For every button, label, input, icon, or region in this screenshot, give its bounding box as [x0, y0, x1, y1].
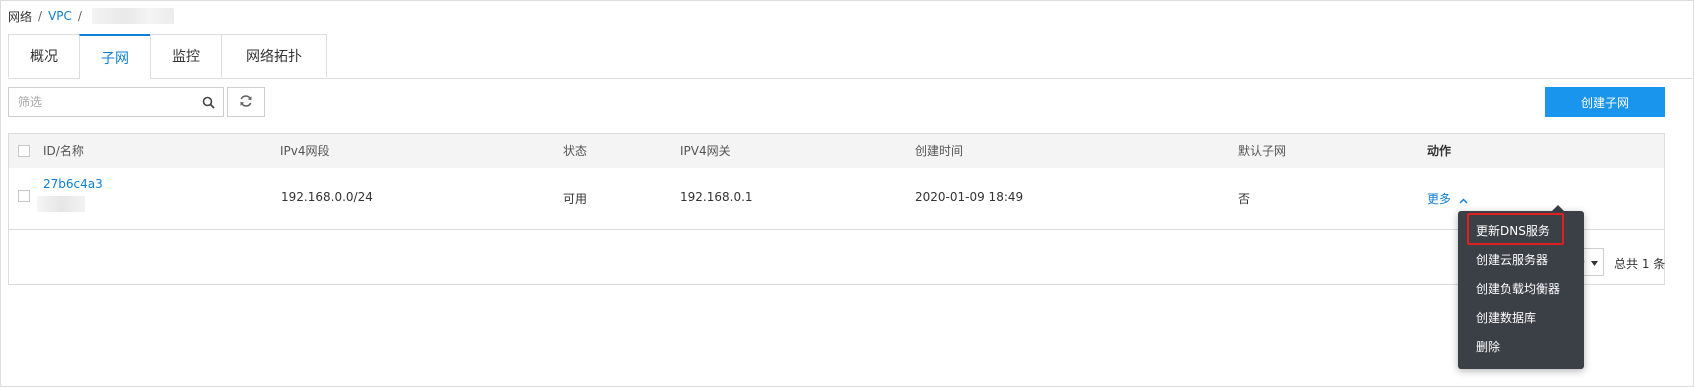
breadcrumb-network[interactable]: 网络	[8, 8, 32, 25]
subnet-gateway: 192.168.0.1	[680, 190, 753, 204]
subnet-status: 可用	[563, 192, 588, 206]
tab-subnets[interactable]: 子网	[79, 34, 151, 79]
header-ipv4-gateway: IPV4网关	[680, 144, 731, 158]
breadcrumb-separator: /	[38, 9, 43, 23]
subnet-id-link[interactable]: 27b6c4a3	[43, 177, 103, 191]
subnet-cidr: 192.168.0.0/24	[281, 190, 373, 204]
subnet-default: 否	[1238, 192, 1251, 206]
search-box	[8, 87, 224, 117]
create-subnet-button[interactable]: 创建子网	[1545, 87, 1665, 117]
header-id-name: ID/名称	[43, 144, 84, 158]
tab-overview[interactable]: 概况	[8, 34, 80, 77]
refresh-icon	[239, 94, 253, 111]
tab-bar: 概况 子网 监控 网络拓扑	[8, 34, 1692, 79]
tab-topology[interactable]: 网络拓扑	[221, 34, 327, 77]
header-ipv4-cidr: IPv4网段	[280, 144, 330, 158]
search-icon[interactable]	[193, 88, 223, 116]
row-checkbox[interactable]	[18, 190, 30, 202]
menu-item-update-dns[interactable]: 更新DNS服务	[1458, 217, 1584, 245]
more-actions-button[interactable]: 更多	[1427, 190, 1468, 207]
search-input[interactable]	[9, 88, 193, 116]
subnet-created-time: 2020-01-09 18:49	[915, 190, 1024, 204]
menu-item-create-server[interactable]: 创建云服务器	[1458, 246, 1584, 274]
subnet-name-redacted	[37, 196, 85, 212]
breadcrumb-separator: /	[77, 9, 82, 23]
select-all-checkbox[interactable]	[18, 145, 30, 157]
caret-down-icon	[1591, 255, 1598, 269]
subnet-table: ID/名称 IPv4网段 状态 IPV4网关 创建时间 默认子网 动作 27b6…	[8, 133, 1665, 285]
refresh-button[interactable]	[227, 87, 265, 117]
menu-item-delete[interactable]: 删除	[1458, 333, 1584, 361]
header-actions: 动作	[1427, 144, 1452, 158]
header-status: 状态	[563, 144, 588, 158]
more-actions-label: 更多	[1427, 192, 1452, 206]
more-actions-menu: 更新DNS服务 创建云服务器 创建负载均衡器 创建数据库 删除	[1458, 211, 1584, 369]
header-default-subnet: 默认子网	[1238, 144, 1287, 158]
tab-monitoring[interactable]: 监控	[150, 34, 222, 77]
breadcrumb: 网络 / VPC /	[8, 7, 174, 25]
breadcrumb-vpc[interactable]: VPC	[48, 9, 72, 23]
chevron-up-icon	[1459, 193, 1468, 207]
header-created-time: 创建时间	[915, 144, 964, 158]
menu-item-create-database[interactable]: 创建数据库	[1458, 304, 1584, 332]
table-row: 27b6c4a3 192.168.0.0/24 可用 192.168.0.1 2…	[9, 168, 1664, 230]
menu-item-create-load-balancer[interactable]: 创建负载均衡器	[1458, 275, 1584, 303]
total-count: 总共 1 条	[1614, 257, 1666, 271]
breadcrumb-current-redacted	[91, 8, 174, 24]
table-header: ID/名称 IPv4网段 状态 IPV4网关 创建时间 默认子网 动作	[9, 134, 1664, 169]
